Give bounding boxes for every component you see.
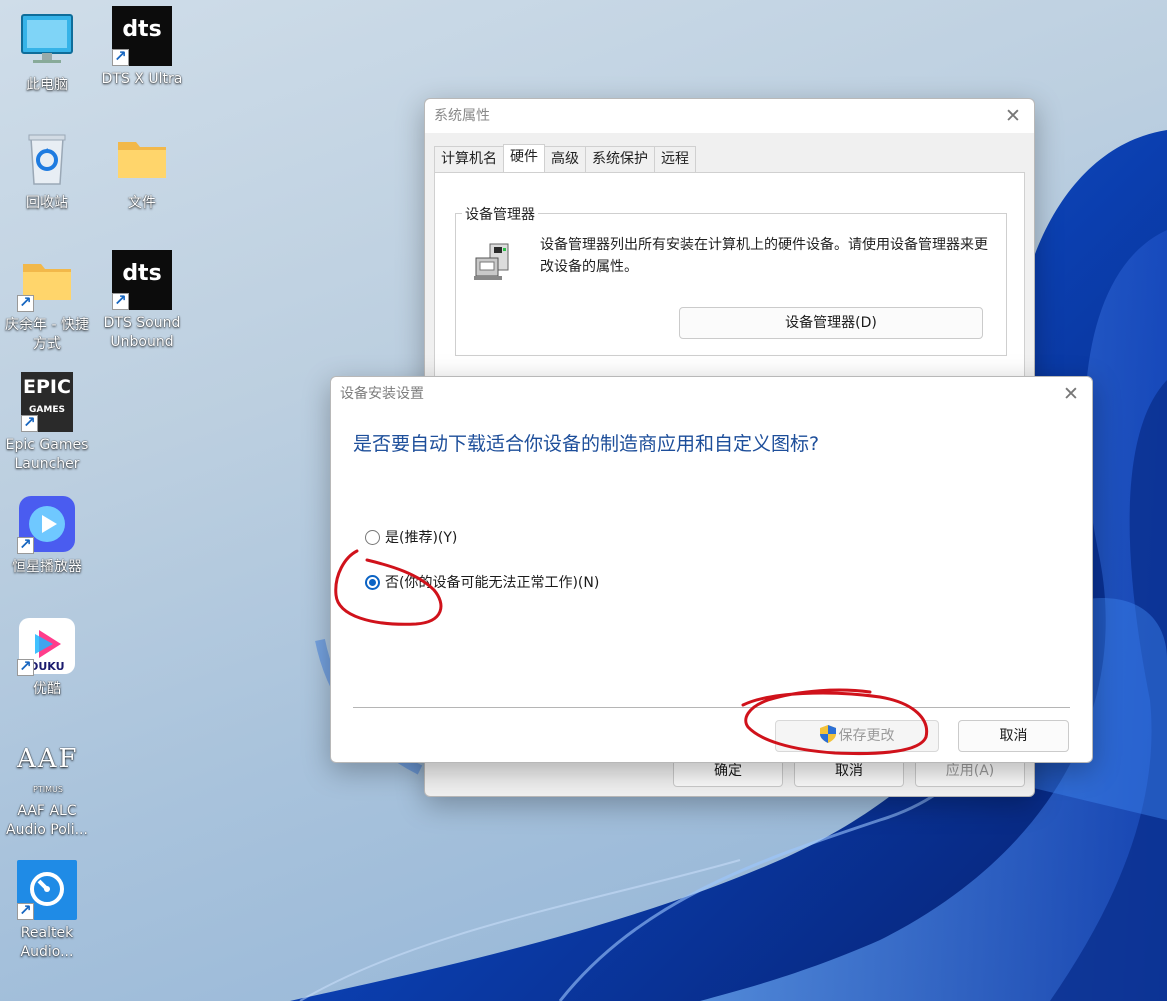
save-changes-label: 保存更改 (838, 728, 895, 744)
dts-logo-text: dts (122, 17, 162, 42)
desktop-icon-dts-sound-unbound[interactable]: dts DTS Sound Unbound (94, 250, 190, 352)
desktop-icon-label: Realtek Audio... (20, 925, 74, 960)
shortcut-arrow-icon (17, 535, 34, 554)
tab-system-protection[interactable]: 系统保护 (585, 146, 655, 172)
youku-logo-text: OUKU (29, 660, 65, 673)
desktop-icon-files[interactable]: 文件 (94, 130, 190, 213)
device-manager-group: 设备管理器 设备管理器列出所有安装在计算机上的硬件设备。请使用设备管理器来更改设… (455, 204, 1007, 356)
desktop-icon-youku[interactable]: OUKU 优酷 (0, 616, 95, 699)
option-no-label[interactable]: 否(你的设备可能无法正常工作)(N) (385, 572, 599, 592)
tab-computer-name[interactable]: 计算机名 (434, 146, 504, 172)
desktop-icon-label: 此电脑 (26, 77, 68, 93)
dialog-title: 设备安装设置 (340, 386, 424, 402)
shortcut-arrow-icon (112, 291, 129, 310)
dts-icon: dts (112, 250, 172, 310)
desktop-icon-label: 庆余年 - 快捷方式 (5, 317, 89, 352)
dialog-question: 是否要自动下载适合你设备的制造商应用和自定义图标? (353, 433, 820, 455)
desktop-icon-this-pc[interactable]: 此电脑 (0, 12, 95, 95)
youku-icon: OUKU (17, 616, 77, 676)
monitor-icon (17, 12, 77, 72)
window-title: 系统属性 (434, 108, 490, 124)
tab-advanced[interactable]: 高级 (544, 146, 586, 172)
tab-hardware[interactable]: 硬件 (503, 144, 545, 172)
desktop-icon-epic-games[interactable]: EPIC GAMES Epic Games Launcher (0, 372, 95, 474)
player-icon (17, 494, 77, 554)
dialog-titlebar: 设备安装设置 ✕ (331, 377, 1092, 411)
option-yes[interactable]: 是(推荐)(Y) (365, 527, 457, 547)
window-titlebar: 系统属性 ✕ (425, 99, 1034, 133)
group-title: 设备管理器 (462, 204, 538, 224)
aaf-logo-text: AAF (17, 744, 79, 774)
desktop-icon-label: 恒星播放器 (12, 559, 82, 575)
radio-button[interactable] (365, 529, 380, 545)
device-manager-icon (472, 240, 520, 282)
close-icon[interactable]: ✕ (1060, 377, 1082, 411)
desktop-icon-realtek[interactable]: Realtek Audio... (0, 860, 95, 962)
radio-button-selected[interactable] (365, 574, 380, 590)
aaf-logo-subtext: PTIMUS (33, 785, 63, 794)
uac-shield-icon (819, 724, 836, 743)
dialog-cancel-button[interactable]: 取消 (958, 720, 1069, 752)
folder-icon (112, 130, 172, 190)
close-icon[interactable]: ✕ (1002, 99, 1024, 133)
tab-strip: 计算机名 硬件 高级 系统保护 远程 (434, 144, 696, 172)
realtek-icon (17, 860, 77, 920)
option-yes-label[interactable]: 是(推荐)(Y) (385, 527, 457, 547)
desktop-icon-label: 优酷 (33, 681, 61, 697)
divider (353, 707, 1070, 708)
folder-shortcut-icon (17, 252, 77, 312)
shortcut-arrow-icon (17, 657, 34, 676)
shortcut-arrow-icon (17, 293, 34, 312)
device-manager-description: 设备管理器列出所有安装在计算机上的硬件设备。请使用设备管理器来更改设备的属性。 (540, 237, 988, 275)
shortcut-arrow-icon (21, 413, 38, 432)
desktop-icon-dts-x-ultra[interactable]: dts DTS X Ultra (94, 6, 190, 89)
aaf-icon: AAF PTIMUS (17, 738, 77, 798)
desktop-icon-label: 文件 (128, 195, 156, 211)
desktop-icon-stellar-player[interactable]: 恒星播放器 (0, 494, 95, 577)
desktop-icon-label: Epic Games Launcher (5, 437, 89, 472)
save-changes-button[interactable]: 保存更改 (775, 720, 939, 752)
recycle-bin-icon (17, 130, 77, 190)
desktop-icon-label: AAF ALC Audio Poli... (6, 803, 88, 838)
desktop-icon-qingyunian-shortcut[interactable]: 庆余年 - 快捷方式 (0, 252, 95, 354)
desktop-icon-label: 回收站 (26, 195, 68, 211)
dts-icon: dts (112, 6, 172, 66)
option-no[interactable]: 否(你的设备可能无法正常工作)(N) (365, 572, 599, 592)
desktop-icon-label: DTS Sound Unbound (103, 315, 181, 350)
shortcut-arrow-icon (17, 901, 34, 920)
desktop-icon-label: DTS X Ultra (101, 71, 183, 87)
desktop-icon-aaf-alc[interactable]: AAF PTIMUS AAF ALC Audio Poli... (0, 738, 95, 840)
device-manager-button[interactable]: 设备管理器(D) (679, 307, 983, 339)
epic-games-icon: EPIC GAMES (21, 372, 73, 432)
desktop-icon-recycle-bin[interactable]: 回收站 (0, 130, 95, 213)
shortcut-arrow-icon (112, 47, 129, 66)
device-installation-settings-dialog: 设备安装设置 ✕ 是否要自动下载适合你设备的制造商应用和自定义图标? 是(推荐)… (330, 376, 1093, 763)
tab-remote[interactable]: 远程 (654, 146, 696, 172)
dts-logo-text: dts (122, 261, 162, 286)
epic-logo-text: EPIC (23, 376, 71, 398)
